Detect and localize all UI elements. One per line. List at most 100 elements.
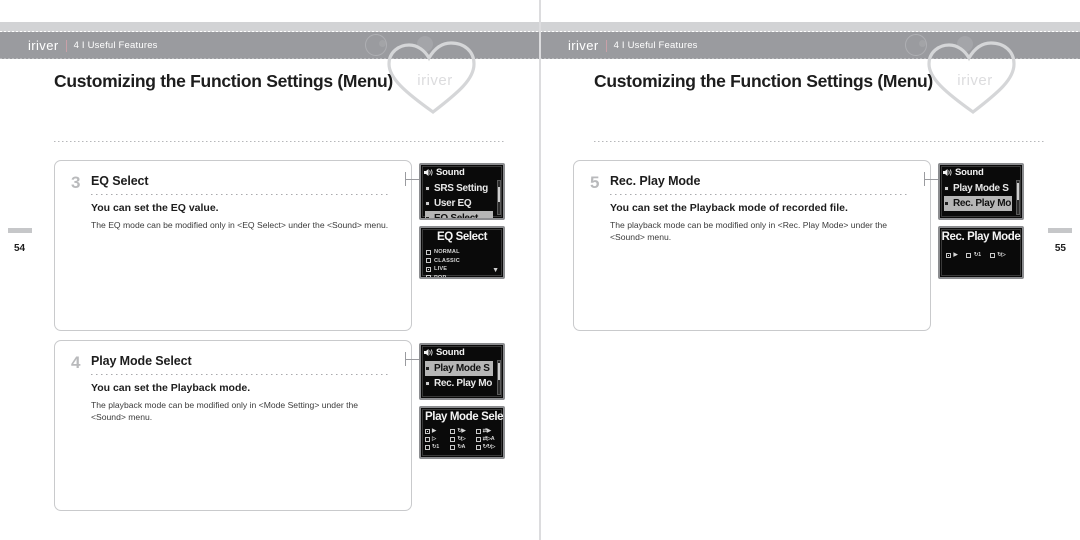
lcd-scrollbar[interactable] bbox=[497, 360, 501, 395]
lcd-dialog-title: Play Mode Sele bbox=[425, 411, 504, 423]
lcd-play-mode-dialog[interactable]: Play Mode Sele ▶ ↻▶ ⇄▶ ▷ ↻▷ ⇄▷A ↻1 ↻A ↻↻… bbox=[419, 406, 505, 459]
section-body: The EQ mode can be modified only in <EQ … bbox=[91, 220, 389, 230]
checkbox-icon[interactable] bbox=[475, 428, 481, 434]
lcd-menu-list: SRS Setting User EQ EQ Select bbox=[425, 181, 493, 218]
checkbox-icon[interactable] bbox=[425, 436, 430, 442]
breadcrumb: 4 I Useful Features bbox=[73, 40, 158, 51]
title-divider bbox=[594, 141, 1046, 142]
checkbox-icon[interactable] bbox=[425, 444, 430, 450]
lcd-sound-menu-playmode[interactable]: Sound Play Mode S Rec. Play Mo bbox=[419, 343, 505, 400]
lcd-menu-item-selected[interactable]: Play Mode S bbox=[425, 361, 493, 376]
play-mode-icon: ▷ bbox=[432, 436, 436, 442]
watermark-label: iriver bbox=[957, 72, 993, 89]
lcd-menu-item-selected[interactable]: Rec. Play Mo bbox=[944, 196, 1012, 211]
play-mode-icon: ↻A bbox=[457, 444, 466, 450]
eq-option[interactable]: NORMAL bbox=[426, 248, 498, 257]
lcd-menu-item[interactable]: Play Mode S bbox=[944, 181, 1012, 196]
play-mode-option[interactable]: ↻▷ bbox=[450, 436, 473, 442]
lcd-title-text: Sound bbox=[436, 347, 465, 358]
page-title: Customizing the Function Settings (Menu) bbox=[594, 71, 933, 91]
speaker-icon bbox=[424, 168, 433, 177]
lcd-menu-label: SRS Setting bbox=[434, 183, 488, 194]
manual-spread: iriver 4 I Useful Features iriver Custom… bbox=[0, 0, 1080, 540]
lcd-scrollbar[interactable] bbox=[1016, 180, 1020, 215]
lcd-menu-label: Rec. Play Mo bbox=[434, 378, 493, 389]
play-mode-option[interactable]: ↻A bbox=[450, 444, 473, 450]
lcd-sound-menu-rec[interactable]: Sound Play Mode S Rec. Play Mo bbox=[938, 163, 1024, 220]
lcd-scrollbar-thumb[interactable] bbox=[498, 186, 500, 203]
rec-play-mode-option[interactable]: ↻1 bbox=[966, 252, 981, 258]
bullet-icon bbox=[944, 186, 949, 191]
page-gutter-edge bbox=[540, 0, 541, 540]
rec-play-mode-option-checked[interactable]: ▶ bbox=[946, 252, 958, 258]
page-number-right: 55 bbox=[1054, 243, 1066, 254]
lcd-eq-select-dialog[interactable]: EQ Select NORMAL CLASSIC LIVE POP ▼ bbox=[419, 226, 505, 279]
play-mode-option[interactable]: ▷ bbox=[425, 436, 448, 442]
checkbox-icon[interactable] bbox=[426, 275, 431, 277]
checkbox-icon[interactable] bbox=[450, 444, 456, 450]
page-right: iriver 4 I Useful Features iriver Custom… bbox=[540, 0, 1080, 540]
lcd-scrollbar[interactable] bbox=[497, 180, 501, 215]
checkbox-checked-icon[interactable] bbox=[946, 252, 951, 258]
lcd-sound-menu-eq[interactable]: Sound SRS Setting User EQ EQ Select bbox=[419, 163, 505, 220]
lcd-title-row: Sound bbox=[424, 167, 500, 178]
eq-option-label: LIVE bbox=[434, 266, 448, 273]
checkbox-icon[interactable] bbox=[450, 428, 456, 434]
play-mode-icon: ↻▶ bbox=[457, 428, 466, 434]
rec-play-mode-option[interactable]: ↻▷ bbox=[989, 252, 1006, 258]
play-mode-option[interactable]: ↻▶ bbox=[450, 428, 473, 434]
lcd-rec-play-mode-dialog[interactable]: Rec. Play Mode ▶ ↻1 ↻▷ bbox=[938, 226, 1024, 279]
lcd-menu-item[interactable]: User EQ bbox=[425, 196, 493, 211]
eq-option[interactable]: POP bbox=[426, 274, 498, 279]
lcd-title-text: Sound bbox=[955, 167, 984, 178]
play-mode-option[interactable]: ↻1 bbox=[425, 444, 448, 450]
lcd-dialog-title: EQ Select bbox=[436, 231, 488, 243]
checkbox-icon[interactable] bbox=[426, 249, 431, 255]
checkbox-icon[interactable] bbox=[426, 258, 431, 264]
eq-option-label: POP bbox=[434, 274, 447, 279]
play-mode-option[interactable]: ↻↻▷ bbox=[475, 444, 499, 450]
section-subtitle: You can set the Playback mode. bbox=[91, 382, 251, 394]
play-mode-icon: ↻1 bbox=[432, 444, 439, 450]
lcd-menu-item[interactable]: SRS Setting bbox=[425, 181, 493, 196]
lcd-menu-item-selected[interactable]: EQ Select bbox=[425, 211, 493, 218]
play-mode-icon: ↻▷ bbox=[457, 436, 466, 442]
play-mode-icon: ⇄▶ bbox=[482, 428, 491, 434]
play-mode-option-grid: ▶ ↻▶ ⇄▶ ▷ ↻▷ ⇄▷A ↻1 ↻A ↻↻▷ bbox=[425, 428, 499, 450]
lcd-menu-list: Play Mode S Rec. Play Mo bbox=[425, 361, 493, 391]
watermark-label: iriver bbox=[417, 72, 453, 89]
brand-separator bbox=[65, 39, 67, 52]
checkbox-icon[interactable] bbox=[475, 436, 481, 442]
eq-option-checked[interactable]: LIVE bbox=[426, 265, 498, 274]
lcd-menu-list: Play Mode S Rec. Play Mo bbox=[944, 181, 1012, 211]
title-divider bbox=[54, 141, 506, 142]
play-mode-icon: ⇄▷A bbox=[482, 436, 495, 442]
header-brand-group: iriver 4 I Useful Features bbox=[568, 38, 698, 53]
play-mode-option[interactable]: ⇄▷A bbox=[475, 436, 499, 442]
lcd-scrollbar-thumb[interactable] bbox=[1017, 182, 1019, 201]
checkbox-checked-icon[interactable] bbox=[426, 266, 431, 272]
lcd-menu-label: Play Mode S bbox=[953, 183, 1009, 194]
play-mode-option-checked[interactable]: ▶ bbox=[425, 428, 448, 434]
checkbox-icon[interactable] bbox=[989, 252, 995, 258]
eq-option[interactable]: CLASSIC bbox=[426, 257, 498, 266]
lcd-menu-item[interactable]: Rec. Play Mo bbox=[425, 376, 493, 391]
brand-separator bbox=[605, 39, 607, 52]
header-dotted-line-bottom bbox=[540, 58, 1080, 59]
bullet-icon bbox=[425, 201, 430, 206]
header-dotted-line-bottom bbox=[0, 58, 540, 59]
checkbox-icon[interactable] bbox=[966, 252, 972, 258]
checkbox-icon[interactable] bbox=[475, 444, 481, 450]
page-tick-right bbox=[1048, 228, 1072, 233]
checkbox-checked-icon[interactable] bbox=[425, 428, 430, 434]
scroll-down-arrow-icon[interactable]: ▼ bbox=[492, 267, 499, 274]
lcd-scrollbar-thumb[interactable] bbox=[498, 362, 500, 381]
connector-tick-eq bbox=[405, 172, 406, 186]
play-mode-option[interactable]: ⇄▶ bbox=[475, 428, 499, 434]
section-card-eq-select: 3 EQ Select You can set the EQ value. Th… bbox=[54, 160, 412, 331]
speaker-icon bbox=[943, 168, 952, 177]
bullet-icon bbox=[425, 366, 430, 371]
checkbox-icon[interactable] bbox=[450, 436, 456, 442]
rec-play-mode-option-row: ▶ ↻1 ↻▷ bbox=[946, 252, 1016, 258]
breadcrumb: 4 I Useful Features bbox=[613, 40, 698, 51]
